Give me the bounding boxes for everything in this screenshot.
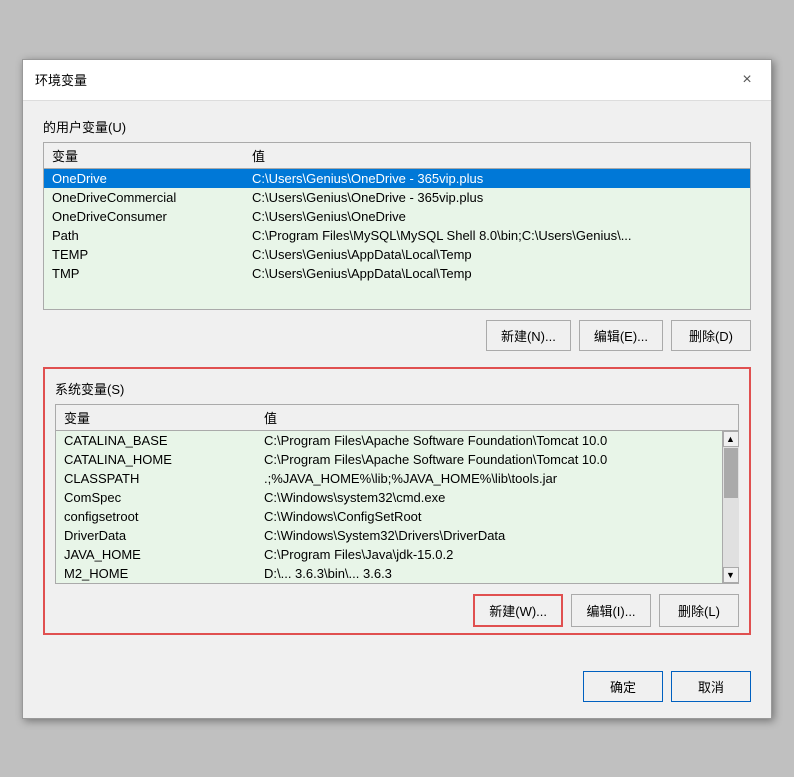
row-val: C:\Users\Genius\AppData\Local\Temp	[252, 247, 742, 262]
row-var: CATALINA_HOME	[64, 452, 264, 467]
user-variables-table: 变量 值 OneDriveC:\Users\Genius\OneDrive - …	[43, 142, 751, 310]
sys-table-row[interactable]: DriverDataC:\Windows\System32\Drivers\Dr…	[56, 526, 722, 545]
sys-table-row[interactable]: JAVA_HOMEC:\Program Files\Java\jdk-15.0.…	[56, 545, 722, 564]
sys-delete-button[interactable]: 删除(L)	[659, 594, 739, 627]
row-val: C:\Program Files\Java\jdk-15.0.2	[264, 547, 714, 562]
title-bar: 环境变量 ×	[23, 60, 771, 101]
sys-button-row: 新建(W)... 编辑(I)... 删除(L)	[55, 594, 739, 627]
row-var: DriverData	[64, 528, 264, 543]
row-val: .;%JAVA_HOME%\lib;%JAVA_HOME%\lib\tools.…	[264, 471, 714, 486]
sys-section-box: 系统变量(S) 变量 值 CATALINA_BASEC:\Program Fil…	[43, 367, 751, 635]
user-button-row: 新建(N)... 编辑(E)... 删除(D)	[43, 320, 751, 351]
row-var: OneDriveCommercial	[52, 190, 252, 205]
user-table-row[interactable]: PathC:\Program Files\MySQL\MySQL Shell 8…	[44, 226, 750, 245]
row-val: C:\Users\Genius\OneDrive - 365vip.plus	[252, 171, 742, 186]
user-col-val-header: 值	[252, 146, 742, 165]
user-new-button[interactable]: 新建(N)...	[486, 320, 571, 351]
row-val: D:\... 3.6.3\bin\... 3.6.3	[264, 566, 714, 581]
dialog-content: 的用户变量(U) 变量 值 OneDriveC:\Users\Genius\On…	[23, 101, 771, 661]
user-table-body: OneDriveC:\Users\Genius\OneDrive - 365vi…	[44, 169, 750, 309]
user-table-row[interactable]: OneDriveConsumerC:\Users\Genius\OneDrive	[44, 207, 750, 226]
dialog-title: 环境变量	[35, 70, 87, 89]
scroll-down-btn[interactable]: ▼	[723, 567, 739, 583]
environment-variables-dialog: 环境变量 × 的用户变量(U) 变量 值 OneDriveC:\Users\Ge…	[22, 59, 772, 719]
sys-scrollbar[interactable]: ▲ ▼	[722, 431, 738, 583]
user-edit-button[interactable]: 编辑(E)...	[579, 320, 663, 351]
user-delete-button[interactable]: 删除(D)	[671, 320, 751, 351]
sys-section-label: 系统变量(S)	[55, 379, 739, 398]
scroll-track	[723, 447, 739, 567]
row-val: C:\Program Files\Apache Software Foundat…	[264, 452, 714, 467]
user-col-var-header: 变量	[52, 146, 252, 165]
row-val: C:\Windows\System32\Drivers\DriverData	[264, 528, 714, 543]
sys-edit-button[interactable]: 编辑(I)...	[571, 594, 651, 627]
bottom-row: 确定 取消	[23, 661, 771, 718]
sys-table-row[interactable]: CATALINA_BASEC:\Program Files\Apache Sof…	[56, 431, 722, 450]
sys-table-row[interactable]: CATALINA_HOMEC:\Program Files\Apache Sof…	[56, 450, 722, 469]
row-var: CATALINA_BASE	[64, 433, 264, 448]
user-table-row[interactable]: OneDriveC:\Users\Genius\OneDrive - 365vi…	[44, 169, 750, 188]
sys-col-var-header: 变量	[64, 408, 264, 427]
row-var: Path	[52, 228, 252, 243]
row-var: M2_HOME	[64, 566, 264, 581]
scroll-thumb[interactable]	[724, 448, 738, 498]
row-val: C:\Users\Genius\OneDrive	[252, 209, 742, 224]
user-table-row[interactable]: OneDriveCommercialC:\Users\Genius\OneDri…	[44, 188, 750, 207]
sys-table-row[interactable]: CLASSPATH.;%JAVA_HOME%\lib;%JAVA_HOME%\l…	[56, 469, 722, 488]
close-button[interactable]: ×	[735, 68, 759, 92]
sys-table-row[interactable]: M2_HOMED:\... 3.6.3\bin\... 3.6.3	[56, 564, 722, 583]
scroll-up-btn[interactable]: ▲	[723, 431, 739, 447]
row-val: C:\Windows\system32\cmd.exe	[264, 490, 714, 505]
user-table-row[interactable]: TMPC:\Users\Genius\AppData\Local\Temp	[44, 264, 750, 283]
sys-variables-table: 变量 值 CATALINA_BASEC:\Program Files\Apach…	[55, 404, 739, 584]
row-val: C:\Windows\ConfigSetRoot	[264, 509, 714, 524]
user-table-row[interactable]: TEMPC:\Users\Genius\AppData\Local\Temp	[44, 245, 750, 264]
row-var: OneDrive	[52, 171, 252, 186]
sys-table-header: 变量 值	[56, 405, 738, 431]
sys-table-row[interactable]: configsetrootC:\Windows\ConfigSetRoot	[56, 507, 722, 526]
user-table-header: 变量 值	[44, 143, 750, 169]
ok-button[interactable]: 确定	[583, 671, 663, 702]
row-val: C:\Users\Genius\OneDrive - 365vip.plus	[252, 190, 742, 205]
row-var: JAVA_HOME	[64, 547, 264, 562]
row-var: TEMP	[52, 247, 252, 262]
sys-table-body: CATALINA_BASEC:\Program Files\Apache Sof…	[56, 431, 722, 583]
row-var: CLASSPATH	[64, 471, 264, 486]
user-section-label: 的用户变量(U)	[43, 117, 751, 136]
row-val: C:\Program Files\Apache Software Foundat…	[264, 433, 714, 448]
sys-new-button[interactable]: 新建(W)...	[473, 594, 563, 627]
row-val: C:\Users\Genius\AppData\Local\Temp	[252, 266, 742, 281]
row-var: configsetroot	[64, 509, 264, 524]
row-var: TMP	[52, 266, 252, 281]
row-val: C:\Program Files\MySQL\MySQL Shell 8.0\b…	[252, 228, 742, 243]
sys-table-row[interactable]: ComSpecC:\Windows\system32\cmd.exe	[56, 488, 722, 507]
sys-table-with-scroll: CATALINA_BASEC:\Program Files\Apache Sof…	[56, 431, 738, 583]
row-var: OneDriveConsumer	[52, 209, 252, 224]
sys-col-val-header: 值	[264, 408, 730, 427]
cancel-button[interactable]: 取消	[671, 671, 751, 702]
row-var: ComSpec	[64, 490, 264, 505]
